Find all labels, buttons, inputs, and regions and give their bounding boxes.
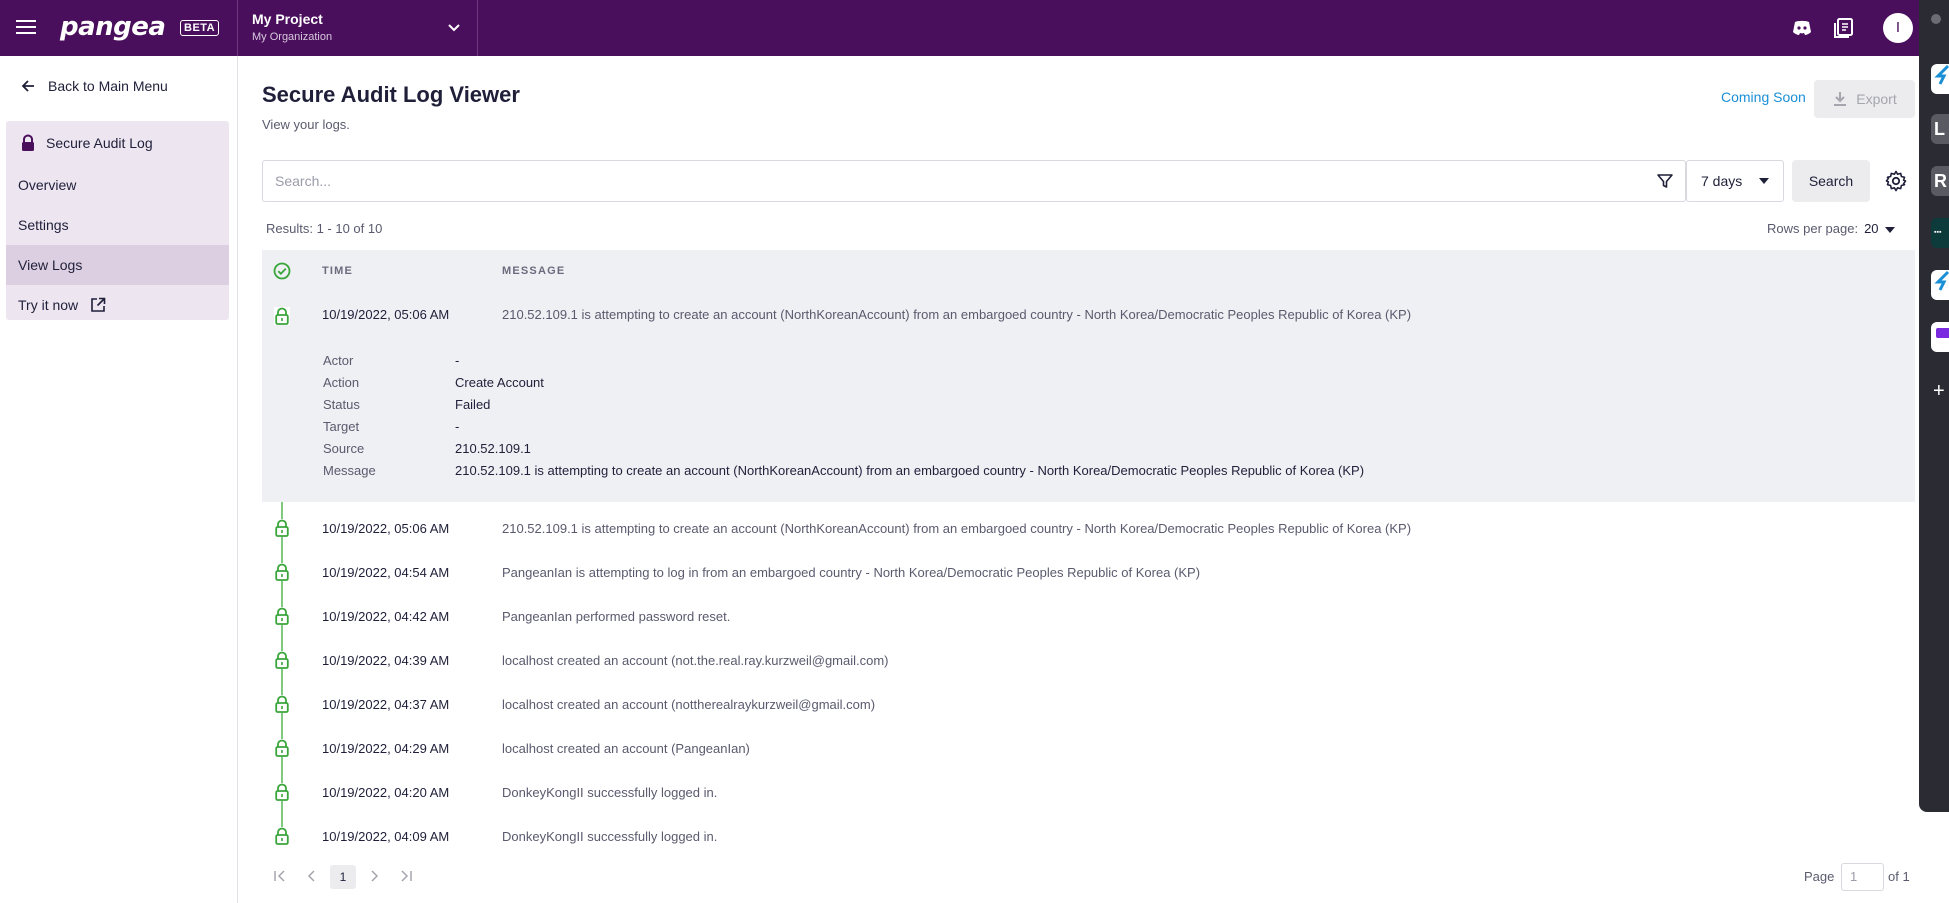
panel-dot-icon <box>1931 14 1941 24</box>
gear-icon[interactable] <box>1884 169 1908 193</box>
caret-down-icon <box>1759 178 1769 184</box>
sidebar-item-try-it-now[interactable]: Try it now <box>6 285 229 325</box>
bolt-icon <box>1934 270 1949 291</box>
pangea-logo[interactable]: pangea <box>60 12 166 42</box>
add-app-icon[interactable]: + <box>1933 380 1945 403</box>
results-summary: Results: 1 - 10 of 10 <box>266 221 383 236</box>
row-time: 10/19/2022, 04:20 AM <box>322 785 450 800</box>
arrow-left-icon <box>21 80 34 92</box>
project-switcher[interactable]: My Project My Organization <box>237 0 478 56</box>
beta-badge: BETA <box>180 20 220 36</box>
download-icon <box>1834 92 1847 106</box>
row-message: localhost created an account (notthereal… <box>502 697 876 712</box>
table-row[interactable]: 10/19/2022, 04:29 AM localhost created a… <box>262 727 1915 771</box>
previous-page-icon[interactable] <box>304 868 320 884</box>
sidebar: Back to Main Menu Secure Audit Log Overv… <box>0 56 238 903</box>
discord-icon[interactable] <box>1790 16 1814 40</box>
next-page-icon[interactable] <box>366 868 382 884</box>
row-time: 10/19/2022, 04:09 AM <box>322 829 450 844</box>
page-number-input[interactable]: 1 <box>1841 863 1884 891</box>
column-header-message[interactable]: MESSAGE <box>502 265 565 277</box>
sidebar-nav: Secure Audit Log Overview Settings View … <box>6 121 229 320</box>
chevron-down-icon <box>448 24 460 32</box>
table-row[interactable]: 10/19/2022, 04:37 AM localhost created a… <box>262 683 1915 727</box>
lock-icon <box>274 827 290 845</box>
sidebar-item-settings[interactable]: Settings <box>6 205 229 245</box>
lock-icon <box>274 695 290 713</box>
row-time: 10/19/2022, 04:37 AM <box>322 697 450 712</box>
filter-icon[interactable] <box>1655 171 1675 191</box>
page-title: Secure Audit Log Viewer <box>262 82 520 107</box>
row-time: 10/19/2022, 04:42 AM <box>322 609 450 624</box>
page-label: Page <box>1804 869 1835 884</box>
last-page-icon[interactable] <box>398 868 414 884</box>
row-time: 10/19/2022, 05:06 AM <box>322 307 450 322</box>
table-row[interactable]: 10/19/2022, 05:06 AM 210.52.109.1 is att… <box>262 507 1915 551</box>
docs-icon[interactable] <box>1832 16 1856 40</box>
table-row[interactable]: 10/19/2022, 04:54 AM PangeanIan is attem… <box>262 551 1915 595</box>
menu-icon[interactable] <box>14 16 38 40</box>
table-row[interactable]: 10/19/2022, 04:09 AM DonkeyKongII succes… <box>262 815 1915 859</box>
row-time: 10/19/2022, 04:29 AM <box>322 741 450 756</box>
organization-name: My Organization <box>252 31 333 43</box>
lock-icon <box>274 783 290 801</box>
sidebar-section-title[interactable]: Secure Audit Log <box>20 131 153 155</box>
row-message: 210.52.109.1 is attempting to create an … <box>502 307 1412 322</box>
row-message: localhost created an account (not.the.re… <box>502 653 889 668</box>
back-label: Back to Main Menu <box>48 78 168 94</box>
app-shortcut-purple[interactable] <box>1931 322 1949 352</box>
first-page-icon[interactable] <box>272 868 288 884</box>
app-shortcut-sty[interactable]: ▪▪▪ <box>1931 218 1949 248</box>
page-subtitle: View your logs. <box>262 117 350 132</box>
table-row[interactable]: 10/19/2022, 04:39 AM localhost created a… <box>262 639 1915 683</box>
row-message: DonkeyKongII successfully logged in. <box>502 785 718 800</box>
row-message: PangeanIan is attempting to log in from … <box>502 565 1201 580</box>
column-header-time[interactable]: TIME <box>322 265 353 277</box>
project-name: My Project <box>252 11 323 27</box>
sidebar-item-overview[interactable]: Overview <box>6 165 229 205</box>
coming-soon-label: Coming Soon <box>1721 89 1806 105</box>
verified-check-icon[interactable] <box>273 262 291 280</box>
lock-icon <box>274 307 290 325</box>
row-message: DonkeyKongII successfully logged in. <box>502 829 718 844</box>
lock-icon <box>274 519 290 537</box>
row-message: 210.52.109.1 is attempting to create an … <box>502 521 1412 536</box>
rows-per-page-select[interactable]: Rows per page: 20 <box>1767 221 1895 236</box>
app-shortcut-bolt[interactable] <box>1931 270 1949 300</box>
sidebar-item-view-logs[interactable]: View Logs <box>6 245 229 285</box>
pangea-logo-icon <box>1934 64 1949 85</box>
app-shortcut-l[interactable]: L <box>1931 114 1949 144</box>
purple-app-icon <box>1936 328 1949 338</box>
time-range-select[interactable]: 7 days <box>1686 160 1784 202</box>
search-button[interactable]: Search <box>1792 160 1870 202</box>
sty-icon: ▪▪▪ <box>1934 229 1942 236</box>
external-link-icon <box>91 297 106 312</box>
search-input[interactable] <box>263 161 1653 201</box>
search-box <box>262 160 1686 202</box>
current-page-button[interactable]: 1 <box>330 865 356 889</box>
row-time: 10/19/2022, 04:39 AM <box>322 653 450 668</box>
caret-down-icon <box>1884 226 1895 233</box>
table-row[interactable]: 10/19/2022, 04:20 AM DonkeyKongII succes… <box>262 771 1915 815</box>
lock-icon <box>274 651 290 669</box>
row-time: 10/19/2022, 05:06 AM <box>322 521 450 536</box>
table-header: TIME MESSAGE <box>262 250 1915 292</box>
app-shortcut-r[interactable]: R <box>1931 166 1949 196</box>
row-message: PangeanIan performed password reset. <box>502 609 731 624</box>
pangea-app-icon[interactable] <box>1931 64 1949 94</box>
top-bar: pangea BETA My Project My Organization I <box>0 0 1949 56</box>
lock-icon <box>274 563 290 581</box>
export-button[interactable]: Export <box>1814 80 1915 118</box>
browser-side-panel: L R ▪▪▪ + <box>1919 0 1949 812</box>
lock-icon <box>22 134 34 151</box>
user-avatar[interactable]: I <box>1883 13 1913 43</box>
lock-icon <box>274 739 290 757</box>
row-time: 10/19/2022, 04:54 AM <box>322 565 450 580</box>
back-to-main-menu-link[interactable]: Back to Main Menu <box>20 74 168 98</box>
page-total: of 1 <box>1888 869 1910 884</box>
row-message: localhost created an account (PangeanIan… <box>502 741 750 756</box>
table-row[interactable]: 10/19/2022, 04:42 AM PangeanIan performe… <box>262 595 1915 639</box>
lock-icon <box>274 607 290 625</box>
